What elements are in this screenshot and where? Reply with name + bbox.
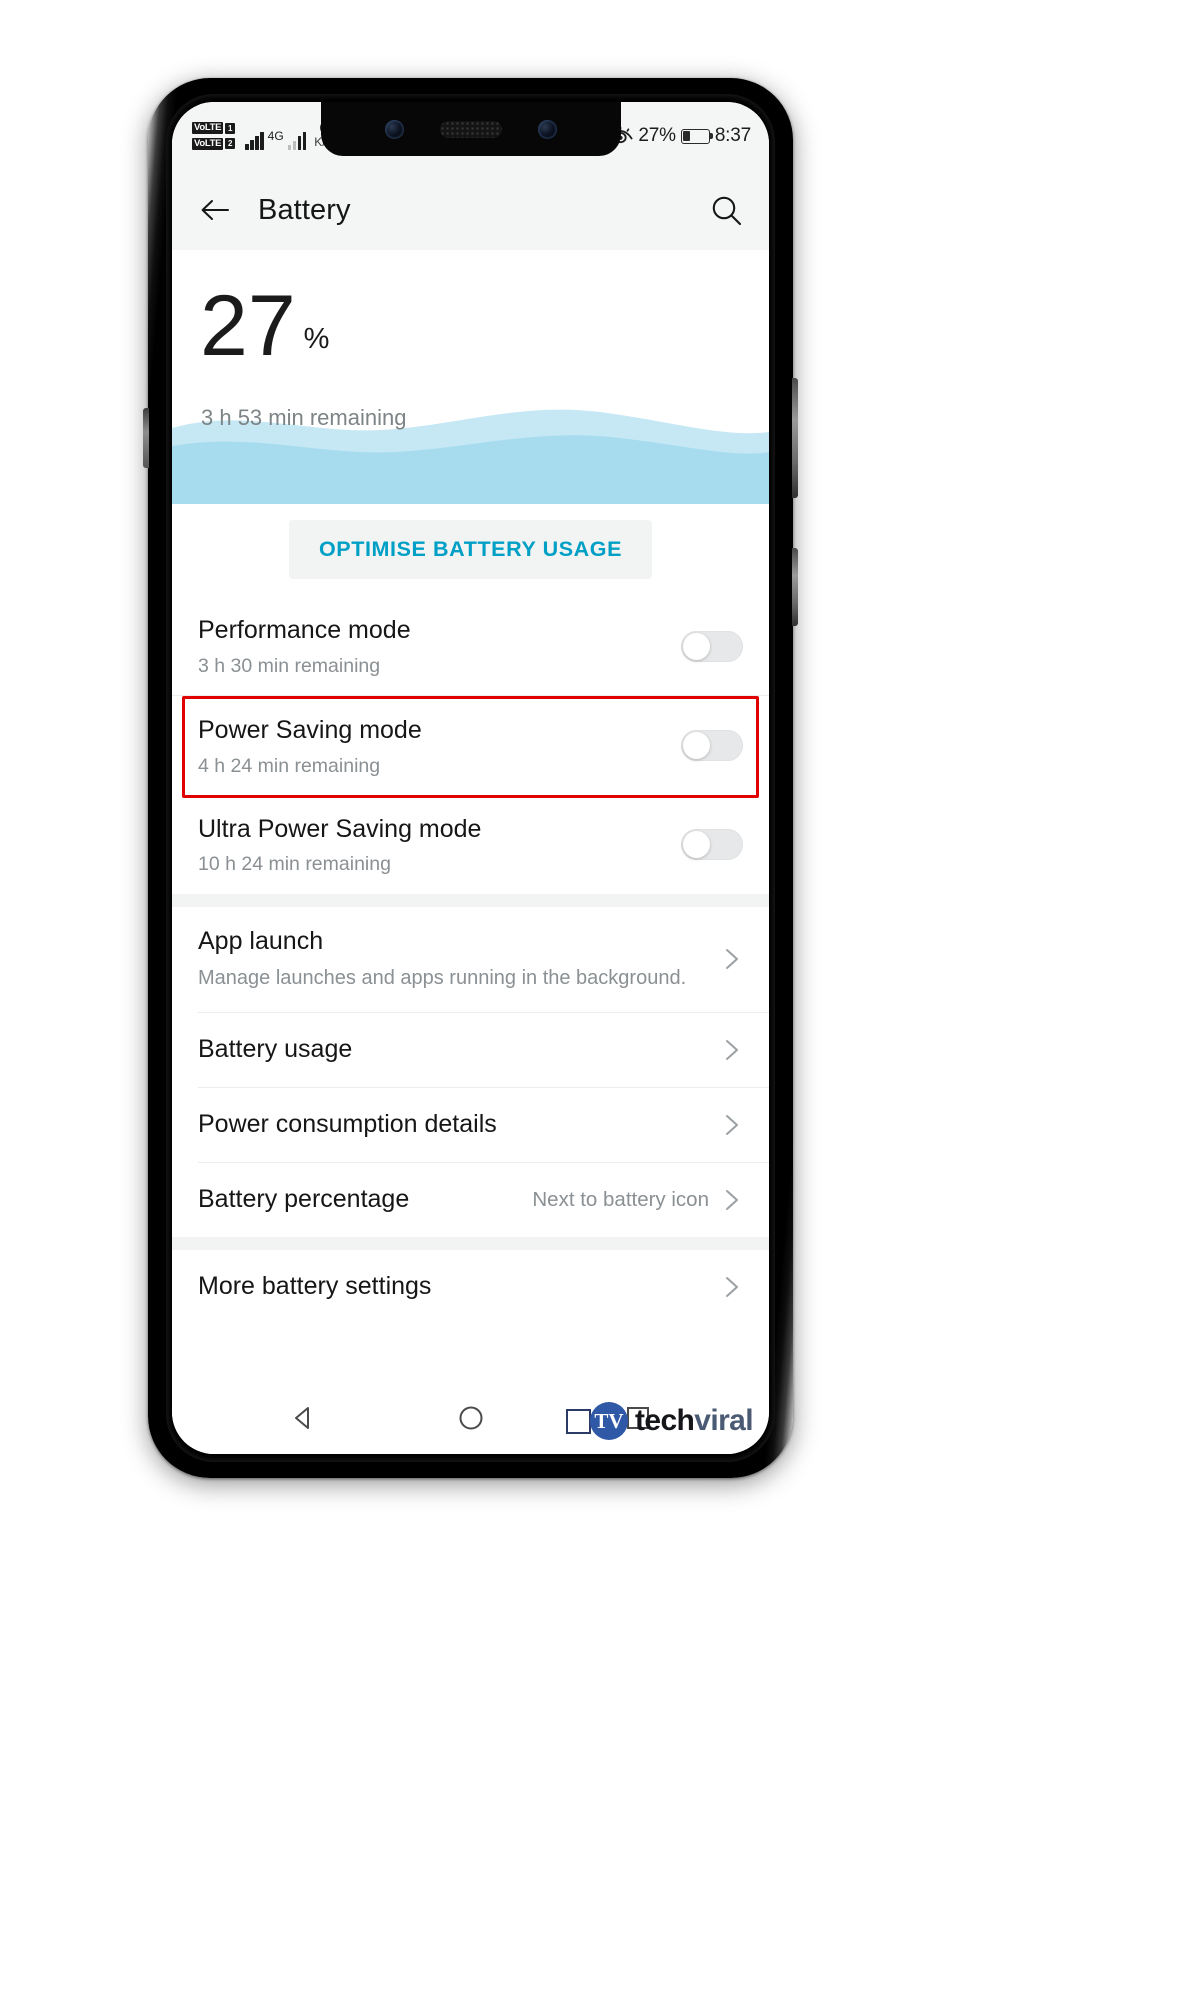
mode-subtitle: 4 h 24 min remaining — [198, 754, 381, 777]
display-notch — [320, 102, 621, 156]
list-text-group: App launch Manage launches and apps runn… — [198, 927, 721, 992]
volume-button[interactable] — [792, 378, 798, 498]
battery-percent-value: 27 — [200, 278, 296, 374]
chevron-right-icon — [726, 1276, 738, 1297]
volte-indicators: VoLTE 1 VoLTE 2 — [192, 122, 236, 150]
front-camera-secondary-icon — [537, 119, 557, 139]
row-power-saving-mode[interactable]: Power Saving mode 4 h 24 min remaining — [172, 696, 769, 798]
row-app-launch[interactable]: App launch Manage launches and apps runn… — [172, 906, 769, 1012]
chevron-right-icon — [726, 949, 738, 969]
mode-subtitle: 3 h 30 min remaining — [198, 654, 381, 677]
chevron-right-icon — [726, 1114, 738, 1135]
power-saving-mode-toggle[interactable] — [681, 730, 743, 762]
row-more-battery-settings[interactable]: More battery settings — [172, 1249, 769, 1324]
mode-title: Performance mode — [198, 616, 411, 645]
optimise-battery-usage-button[interactable]: OPTIMISE BATTERY USAGE — [288, 520, 653, 579]
list-title: Battery usage — [198, 1035, 353, 1063]
optimise-button-row: OPTIMISE BATTERY USAGE — [172, 504, 769, 599]
row-ultra-power-saving-mode[interactable]: Ultra Power Saving mode 10 h 24 min rema… — [172, 798, 769, 894]
signal-bars-sim1-icon — [245, 130, 264, 150]
battery-modes-section: Performance mode 3 h 30 min remaining Po… — [172, 599, 769, 894]
triangle-back-icon[interactable] — [289, 1403, 319, 1433]
circle-home-icon[interactable] — [456, 1403, 486, 1433]
signal-bars-sim2-icon — [287, 130, 307, 150]
network-type-label: 4G — [267, 128, 284, 143]
search-icon[interactable] — [710, 194, 743, 227]
row-battery-percentage[interactable]: Battery percentage Next to battery icon — [172, 1162, 769, 1237]
battery-settings-list: App launch Manage launches and apps runn… — [172, 906, 769, 1237]
list-title: More battery settings — [198, 1272, 432, 1300]
row-battery-usage[interactable]: Battery usage — [172, 1012, 769, 1087]
watermark-text-secondary: viral — [694, 1404, 753, 1437]
page-title: Battery — [258, 193, 351, 226]
battery-level-hero: 27 % 3 h 53 min remaining — [172, 250, 769, 504]
watermark-text-primary: tech — [634, 1404, 695, 1437]
front-camera-icon — [384, 119, 404, 139]
toggle-knob — [683, 732, 710, 760]
list-title: Power consumption details — [198, 1110, 497, 1138]
mode-title: Ultra Power Saving mode — [198, 814, 482, 843]
phone-screen: VoLTE 1 VoLTE 2 4G 27% 8:37 Battery 27 %… — [172, 102, 769, 1454]
watermark-text: techviral — [634, 1404, 754, 1438]
mode-title: Power Saving mode — [198, 716, 422, 744]
volte-sim1: VoLTE 1 — [192, 122, 236, 134]
section-gap — [172, 893, 769, 907]
volte-sim2: VoLTE 2 — [192, 138, 236, 150]
volte-badge: VoLTE — [192, 122, 224, 134]
watermark-badge: TV — [589, 1402, 628, 1440]
watermark-square-icon — [565, 1408, 591, 1434]
status-bar-left: VoLTE 1 VoLTE 2 4G — [192, 121, 332, 150]
battery-percent-display: 27 % — [200, 278, 330, 374]
battery-percentage-value: Next to battery icon — [532, 1187, 709, 1211]
mode-text-group: Power Saving mode 4 h 24 min remaining — [198, 714, 681, 778]
chevron-right-icon — [726, 1039, 738, 1060]
sim-number: 2 — [225, 138, 236, 150]
battery-icon — [680, 128, 714, 144]
list-text-group: More battery settings — [198, 1272, 721, 1301]
battery-remaining-text: 3 h 53 min remaining — [201, 405, 407, 430]
section-gap — [172, 1236, 769, 1250]
list-text-group: Power consumption details — [198, 1110, 721, 1139]
mode-subtitle: 10 h 24 min remaining — [198, 853, 391, 876]
volte-badge: VoLTE — [192, 138, 224, 150]
mode-text-group: Performance mode 3 h 30 min remaining — [198, 614, 681, 678]
techviral-watermark: TV techviral — [565, 1402, 754, 1440]
phone-device-frame: VoLTE 1 VoLTE 2 4G 27% 8:37 Battery 27 %… — [143, 78, 798, 1478]
power-button[interactable] — [792, 548, 798, 626]
sim-number: 1 — [225, 122, 236, 134]
list-subtitle: Manage launches and apps running in the … — [198, 966, 687, 989]
app-bar: Battery — [172, 170, 769, 250]
list-title: Battery percentage — [198, 1185, 410, 1213]
list-title: App launch — [198, 926, 324, 955]
list-text-group: Battery usage — [198, 1035, 721, 1064]
row-power-consumption-details[interactable]: Power consumption details — [172, 1087, 769, 1162]
percent-sign: % — [303, 322, 330, 355]
side-key-left[interactable] — [143, 408, 149, 468]
arrow-left-icon[interactable] — [198, 193, 232, 227]
status-battery-percent: 27% — [638, 125, 676, 146]
list-text-group: Battery percentage — [198, 1185, 532, 1214]
more-settings-list: More battery settings — [172, 1249, 769, 1324]
status-clock: 8:37 — [714, 125, 751, 146]
earpiece-speaker-icon — [439, 120, 502, 138]
status-bar-right: 27% 8:37 — [608, 125, 751, 147]
row-performance-mode[interactable]: Performance mode 3 h 30 min remaining — [172, 599, 769, 695]
ultra-power-saving-mode-toggle[interactable] — [681, 829, 743, 860]
network-indicators: 4G 0 K/s — [245, 121, 332, 150]
chevron-right-icon — [726, 1189, 738, 1210]
toggle-knob — [683, 831, 710, 858]
performance-mode-toggle[interactable] — [681, 630, 743, 662]
mode-text-group: Ultra Power Saving mode 10 h 24 min rema… — [198, 813, 681, 877]
battery-fill — [683, 131, 690, 141]
toggle-knob — [683, 632, 710, 660]
